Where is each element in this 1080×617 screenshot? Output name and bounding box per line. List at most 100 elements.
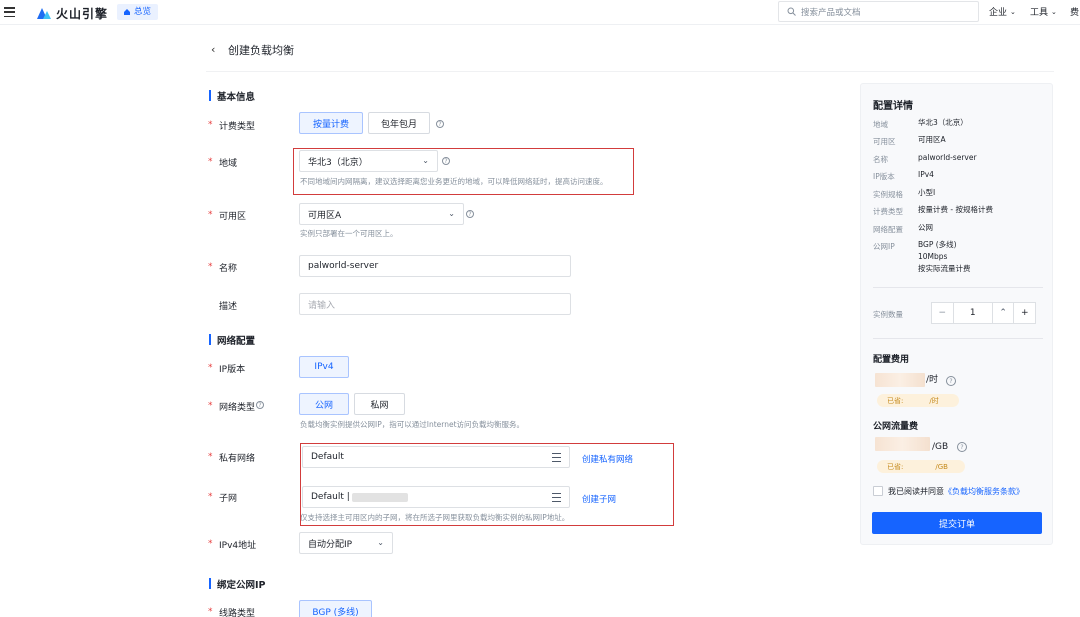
summary-key: 网络配置 xyxy=(873,225,903,234)
chevron-down-icon: ⌄ xyxy=(448,209,455,218)
summary-key: 地域 xyxy=(873,120,888,129)
help-icon[interactable]: ? xyxy=(256,401,264,409)
summary-key: 公网IP xyxy=(873,242,895,251)
highlight-box-network xyxy=(300,443,674,526)
nav-tools-label: 工具 xyxy=(1030,8,1049,18)
summary-value: 小型I xyxy=(918,188,936,197)
quantity-label: 实例数量 xyxy=(873,310,903,319)
quantity-stepper[interactable]: − 1 ⌃ + xyxy=(931,302,1036,324)
billing-subscription-button[interactable]: 包年包月 xyxy=(368,112,430,134)
summary-key: IP版本 xyxy=(873,172,895,181)
network-type-public-button[interactable]: 公网 xyxy=(299,393,349,415)
required-mark: * xyxy=(208,157,213,167)
description-label: 描述 xyxy=(219,302,238,312)
saved-unit: /时 xyxy=(929,396,939,405)
page-title: 创建负载均衡 xyxy=(228,44,294,57)
ip-version-ipv4-button[interactable]: IPv4 xyxy=(299,356,349,378)
description-input[interactable]: 请输入 xyxy=(299,293,571,315)
agree-terms-text: 我已阅读并同意《负载均衡服务条款》 xyxy=(888,486,1024,497)
vpc-label: 私有网络 xyxy=(219,454,256,464)
section-basic-info: 基本信息 xyxy=(209,89,255,103)
divider xyxy=(873,287,1043,288)
section-bind-eip: 绑定公网IP xyxy=(209,577,266,591)
help-icon[interactable]: ? xyxy=(946,376,956,386)
decrement-button[interactable]: − xyxy=(932,303,954,323)
agree-prefix: 我已阅读并同意 xyxy=(888,487,944,496)
service-terms-link[interactable]: 《负载均衡服务条款》 xyxy=(944,487,1024,496)
summary-value-bandwidth: 10Mbps xyxy=(918,252,948,261)
summary-key: 可用区 xyxy=(873,137,896,146)
name-input[interactable]: palworld-server xyxy=(299,255,571,277)
highlight-box-region xyxy=(293,148,634,195)
billing-pay-as-you-go-button[interactable]: 按量计费 xyxy=(299,112,363,134)
required-mark: * xyxy=(208,492,213,502)
required-mark: * xyxy=(208,607,213,617)
subnet-label: 子网 xyxy=(219,494,238,504)
submit-order-button[interactable]: 提交订单 xyxy=(872,512,1042,534)
name-label: 名称 xyxy=(219,264,238,274)
agree-terms-checkbox[interactable] xyxy=(873,486,883,496)
increment-button[interactable]: + xyxy=(1014,303,1035,323)
nav-fee[interactable]: 费 xyxy=(1070,5,1079,18)
summary-value: 华北3（北京） xyxy=(918,118,968,127)
chevron-down-icon: ⌄ xyxy=(1010,7,1016,16)
saved-badge-hourly: 已省: /时 xyxy=(877,394,959,407)
page-header: ‹ 创建负载均衡 xyxy=(206,34,1054,72)
search-icon xyxy=(787,7,796,16)
line-type-bgp-button[interactable]: BGP (多线) xyxy=(299,600,372,617)
chevron-up-icon[interactable]: ⌃ xyxy=(993,303,1015,323)
hamburger-menu-icon[interactable] xyxy=(4,6,15,18)
summary-key: 实例规格 xyxy=(873,190,903,199)
top-navigation-bar: 火山引擎 总览 搜索产品或文档 企业 ⌄ 工具 ⌄ 费 xyxy=(0,0,1080,25)
divider xyxy=(873,338,1043,339)
network-type-hint: 负载均衡实例提供公网IP，指可以通过Internet访问负载均衡服务。 xyxy=(300,420,525,429)
summary-value: 公网 xyxy=(918,223,933,232)
ipv4-address-label: IPv4地址 xyxy=(219,541,257,551)
billing-type-label: 计费类型 xyxy=(219,122,256,132)
search-placeholder: 搜索产品或文档 xyxy=(801,7,861,18)
fee-unit: /时 xyxy=(926,375,939,385)
summary-value: 可用区A xyxy=(918,135,946,144)
summary-value-billing: 按实际流量计费 xyxy=(918,264,971,273)
traffic-fee-unit: /GB xyxy=(932,442,949,452)
traffic-fee-title: 公网流量费 xyxy=(873,422,919,432)
volcengine-logo-icon[interactable] xyxy=(36,4,52,20)
summary-key: 计费类型 xyxy=(873,207,903,216)
nav-enterprise[interactable]: 企业 ⌄ xyxy=(989,5,1016,19)
ipv4-address-select[interactable]: 自动分配IP ⌄ xyxy=(299,532,393,554)
summary-value: 按量计费 - 按规格计费 xyxy=(918,205,993,214)
saved-label: 已省: xyxy=(887,396,904,405)
section-network: 网络配置 xyxy=(209,333,255,347)
name-value: palworld-server xyxy=(308,261,379,271)
summary-value: BGP (多线) xyxy=(918,240,957,249)
chevron-down-icon: ⌄ xyxy=(1051,7,1057,16)
saved-label: 已省: xyxy=(887,462,904,471)
region-label: 地域 xyxy=(219,159,238,169)
network-type-private-button[interactable]: 私网 xyxy=(354,393,405,415)
zone-value: 可用区A xyxy=(308,210,342,221)
config-summary-panel: 配置详情 地域 华北3（北京） 可用区 可用区A 名称 palworld-ser… xyxy=(860,83,1053,545)
nav-tools[interactable]: 工具 ⌄ xyxy=(1030,5,1057,19)
zone-select[interactable]: 可用区A ⌄ xyxy=(299,203,464,225)
back-arrow-icon[interactable]: ‹ xyxy=(211,43,215,56)
summary-value: IPv4 xyxy=(918,170,934,179)
overview-button[interactable]: 总览 xyxy=(117,4,159,20)
redacted-price xyxy=(875,437,930,451)
search-input[interactable]: 搜索产品或文档 xyxy=(778,1,979,22)
saved-unit: /GB xyxy=(935,462,948,471)
config-fee-title: 配置费用 xyxy=(873,355,910,365)
quantity-value[interactable]: 1 xyxy=(954,303,993,323)
required-mark: * xyxy=(208,401,213,411)
required-mark: * xyxy=(208,539,213,549)
redacted-price xyxy=(875,373,925,387)
help-icon[interactable]: ? xyxy=(957,442,967,452)
description-placeholder: 请输入 xyxy=(308,300,336,311)
ipv4-address-value: 自动分配IP xyxy=(308,539,353,550)
overview-label: 总览 xyxy=(134,7,152,17)
help-icon[interactable]: ? xyxy=(466,210,474,218)
help-icon[interactable]: ? xyxy=(436,120,444,128)
home-icon xyxy=(124,9,130,15)
network-type-label: 网络类型 xyxy=(219,403,256,413)
brand-name[interactable]: 火山引擎 xyxy=(56,5,108,22)
saved-badge-traffic: 已省: /GB xyxy=(877,460,965,473)
